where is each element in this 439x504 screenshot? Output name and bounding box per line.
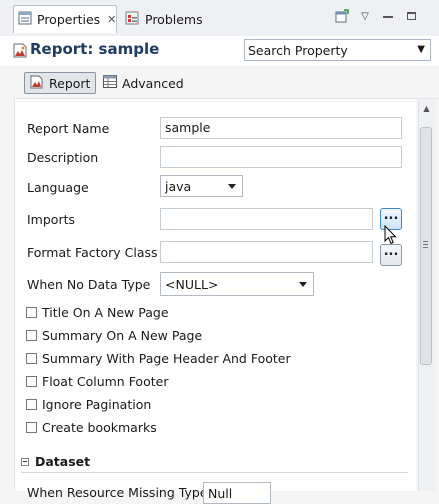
tab-properties-label: Properties (37, 12, 101, 27)
report-name-label: Report Name (27, 121, 110, 136)
page-tabs: Report Advanced (14, 66, 439, 99)
section-dataset-label: Dataset (35, 454, 91, 469)
section-divider (21, 472, 408, 473)
scroll-up-icon[interactable]: ▲ (418, 99, 435, 117)
maximize-icon[interactable] (404, 9, 418, 23)
tab-report-label: Report (49, 75, 91, 91)
search-property-text: Search Property (248, 42, 348, 58)
checkbox-summary-with-header-footer[interactable]: Summary With Page Header And Footer (26, 351, 291, 366)
imports-label: Imports (27, 212, 75, 227)
checkbox-summary-on-new-page[interactable]: Summary On A New Page (26, 328, 202, 343)
format-factory-label: Format Factory Class (27, 245, 158, 260)
search-property-combo[interactable]: Search Property ▼ (244, 39, 431, 61)
resource-missing-select[interactable]: Null (203, 482, 271, 504)
scrollbar-thumb[interactable] (420, 127, 432, 365)
checkbox-ignore-pagination[interactable]: Ignore Pagination (26, 397, 151, 412)
grip-line (423, 247, 428, 248)
mouse-cursor-icon (384, 224, 398, 248)
no-data-type-value: <NULL> (165, 276, 219, 292)
report-icon (30, 75, 44, 92)
checkbox-label: Ignore Pagination (42, 397, 152, 412)
properties-icon (18, 11, 32, 28)
report-icon (13, 43, 28, 61)
checkbox-box[interactable] (26, 307, 37, 318)
checkbox-label: Create bookmarks (42, 420, 157, 435)
checkbox-box[interactable] (26, 422, 37, 433)
checkbox-box[interactable] (26, 353, 37, 364)
checkbox-box[interactable] (26, 376, 37, 387)
table-icon (103, 75, 117, 91)
title-row: Report: sample Search Property ▼ (0, 36, 439, 66)
imports-field[interactable] (160, 208, 373, 230)
checkbox-title-on-new-page[interactable]: Title On A New Page (26, 305, 169, 320)
close-icon[interactable]: ✕ (107, 13, 116, 26)
no-data-type-label: When No Data Type (27, 277, 151, 292)
minimize-icon[interactable] (381, 9, 395, 23)
report-name-field[interactable]: sample (160, 117, 402, 139)
checkbox-box[interactable] (26, 399, 37, 410)
no-data-type-select[interactable]: <NULL> (160, 272, 314, 296)
tab-advanced[interactable]: Advanced (98, 72, 189, 94)
checkbox-label: Summary With Page Header And Footer (42, 351, 291, 366)
page-title: Report: sample (30, 40, 160, 58)
description-field[interactable] (160, 146, 402, 168)
collapse-icon[interactable] (21, 457, 29, 466)
tab-problems-label: Problems (145, 11, 203, 27)
grip-line (423, 244, 428, 245)
tab-advanced-label: Advanced (122, 75, 184, 91)
language-select[interactable]: java (160, 175, 243, 197)
checkbox-box[interactable] (26, 330, 37, 341)
chevron-down-icon[interactable]: ▼ (417, 44, 425, 55)
chevron-down-icon (228, 184, 236, 189)
resource-missing-label: When Resource Missing Type (27, 485, 208, 500)
language-value: java (165, 178, 192, 194)
format-factory-field[interactable] (160, 241, 373, 263)
checkbox-label: Title On A New Page (42, 305, 169, 320)
language-label: Language (27, 180, 89, 195)
view-controls: ▽ (335, 9, 418, 23)
tab-report[interactable]: Report (24, 72, 96, 94)
checkbox-create-bookmarks[interactable]: Create bookmarks (26, 420, 157, 435)
chevron-down-icon (299, 282, 307, 287)
section-dataset[interactable]: Dataset (21, 454, 90, 469)
properties-form: Report Name sample Description Language … (14, 99, 416, 504)
checkbox-float-column-footer[interactable]: Float Column Footer (26, 374, 168, 389)
grip-line (423, 241, 428, 242)
checkbox-label: Float Column Footer (42, 374, 169, 389)
checkbox-label: Summary On A New Page (42, 328, 203, 343)
problems-icon (125, 11, 140, 28)
new-view-icon[interactable] (335, 9, 349, 23)
tab-properties[interactable]: Properties ✕ (13, 5, 117, 33)
description-label: Description (27, 150, 99, 165)
view-tab-bar: Properties ✕ Problems ▽ (0, 0, 439, 37)
chevron-down-icon[interactable]: ▽ (358, 9, 372, 23)
resource-missing-value: Null (208, 485, 233, 501)
tab-problems[interactable]: Problems (122, 5, 215, 33)
